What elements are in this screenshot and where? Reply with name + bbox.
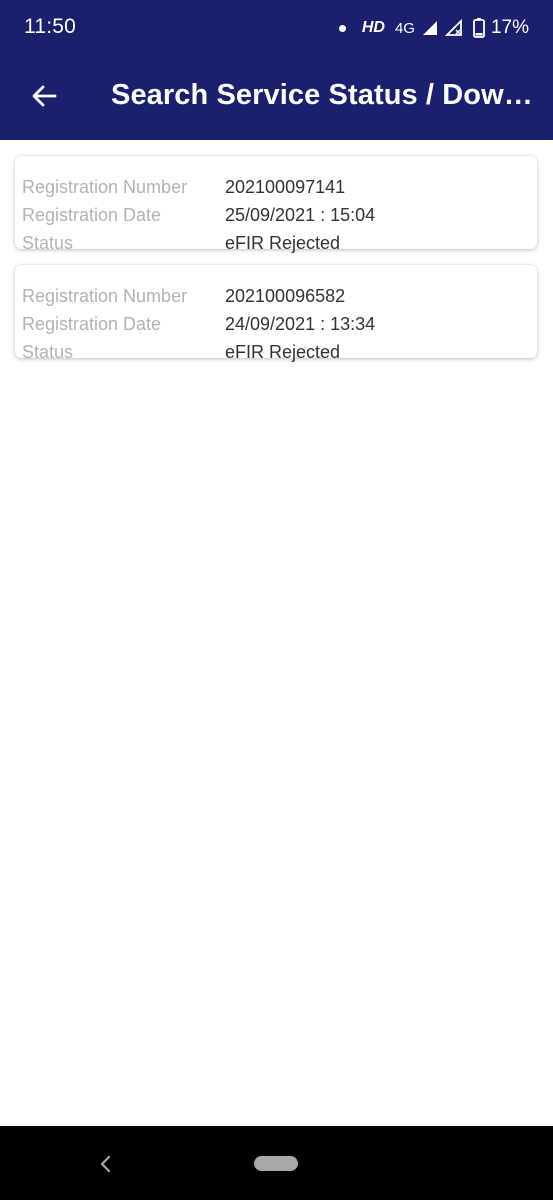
page-title: Search Service Status / Down... [111, 79, 543, 111]
registration-date-value: 25/09/2021 : 15:04 [225, 205, 376, 225]
registration-number-value: 202100096582 [225, 286, 346, 306]
registration-date-label: Registration Date [22, 205, 162, 225]
system-back-button[interactable] [92, 1150, 120, 1178]
status-row: Status eFIR Rejected [15, 342, 537, 368]
hd-voice-indicator: HD [361, 19, 385, 36]
system-navigation-bar [0, 1126, 553, 1200]
status-label: Status [22, 342, 74, 362]
registration-date-row: Registration Date 25/09/2021 : 15:04 [15, 205, 537, 231]
app-bar: 11:50 HD 4G 17% Search Service Status / … [0, 0, 553, 140]
registration-card[interactable]: Registration Number 202100096582 Registr… [15, 265, 537, 362]
registration-number-row: Registration Number 202100097141 [15, 177, 537, 203]
status-row: Status eFIR Rejected [15, 233, 537, 259]
battery-percent: 17% [490, 17, 529, 38]
registration-card[interactable]: Registration Number 202100097141 Registr… [15, 156, 537, 253]
status-label: Status [22, 233, 74, 253]
status-time: 11:50 [24, 15, 76, 38]
registration-number-label: Registration Number [22, 286, 188, 306]
arrow-left-icon [32, 85, 57, 107]
battery-icon [473, 18, 485, 38]
status-value: eFIR Rejected [225, 342, 341, 362]
registration-number-row: Registration Number 202100096582 [15, 286, 537, 312]
registration-number-value: 202100097141 [225, 177, 346, 197]
network-type-label: 4G [394, 19, 415, 37]
status-icons: HD 4G 17% [338, 15, 529, 41]
home-pill-button[interactable] [254, 1156, 298, 1171]
registration-date-value: 24/09/2021 : 13:34 [225, 314, 376, 334]
status-value: eFIR Rejected [225, 233, 341, 253]
chevron-left-icon [100, 1155, 111, 1173]
registration-number-label: Registration Number [22, 177, 188, 197]
status-bar: 11:50 HD 4G 17% [0, 0, 553, 56]
registration-date-label: Registration Date [22, 314, 162, 334]
toolbar: Search Service Status / Down... [0, 56, 553, 140]
signal-strength-icon [422, 21, 437, 35]
back-button[interactable] [22, 74, 66, 118]
notification-dot-icon [338, 24, 346, 32]
registration-date-row: Registration Date 24/09/2021 : 13:34 [15, 314, 537, 340]
signal-no-service-icon [444, 19, 462, 36]
